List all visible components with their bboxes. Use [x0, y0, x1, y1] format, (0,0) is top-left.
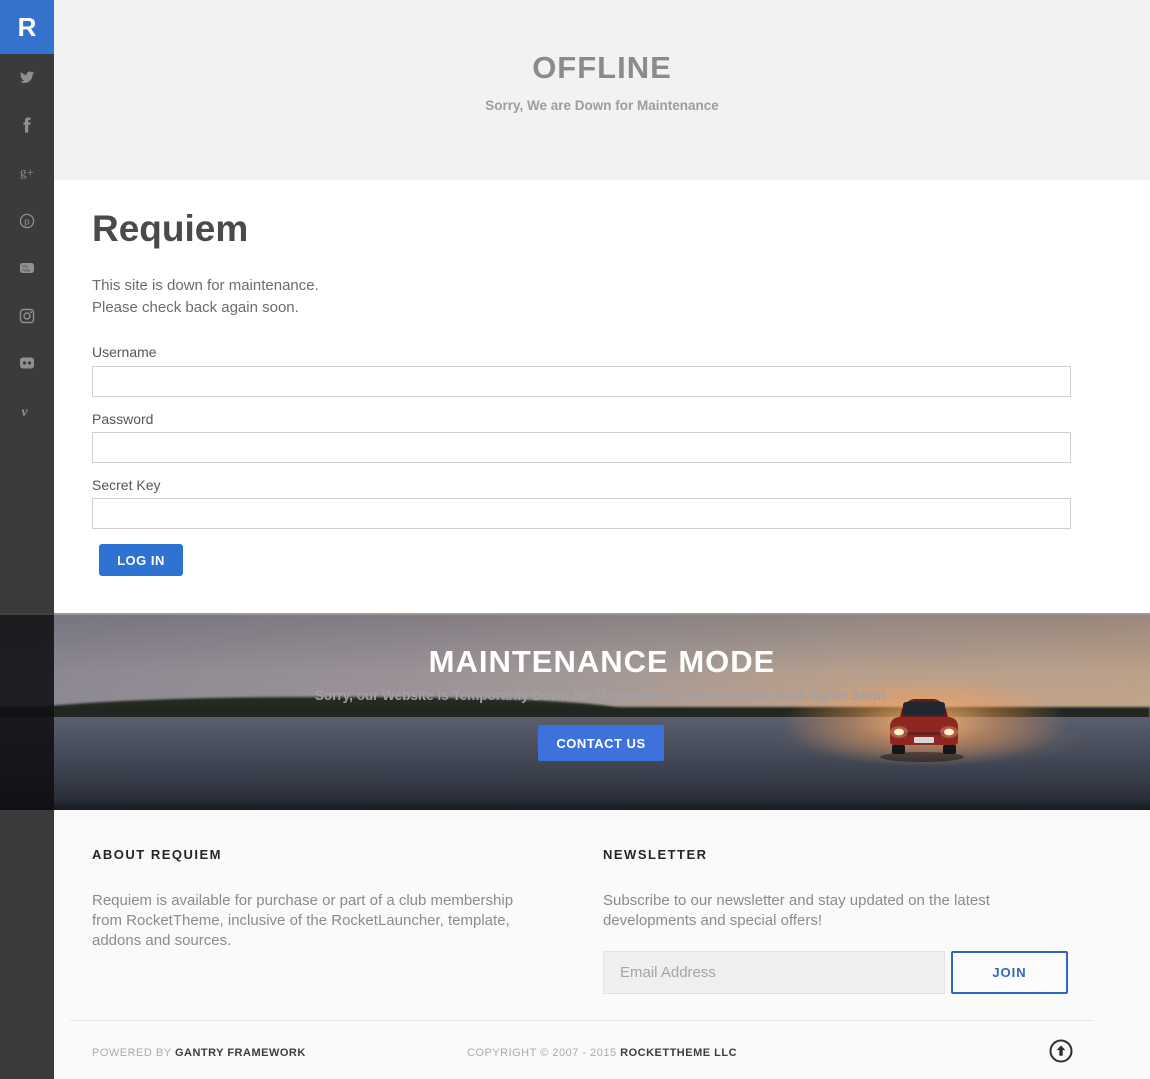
- maintenance-hero: MAINTENANCE MODE Sorry, our Website is T…: [0, 613, 1150, 810]
- contact-us-button[interactable]: CONTACT US: [538, 725, 664, 761]
- username-label: Username: [92, 344, 157, 360]
- maintenance-login-panel: Requiem This site is down for maintenanc…: [54, 180, 1150, 613]
- about-text: Requiem is available for purchase or par…: [92, 891, 537, 951]
- sidebar-item-twitter[interactable]: [0, 69, 54, 85]
- footer-divider: [70, 1020, 1094, 1021]
- youtube-icon: YouTube: [19, 260, 35, 276]
- sidebar-item-instagram[interactable]: [0, 308, 54, 324]
- secret-key-field[interactable]: [92, 498, 1071, 529]
- svg-text:p: p: [24, 217, 29, 228]
- offline-title: OFFLINE: [54, 50, 1150, 86]
- maintenance-message-line1: This site is down for maintenance.: [92, 277, 319, 294]
- email-field[interactable]: [603, 951, 945, 994]
- offline-header: OFFLINE Sorry, We are Down for Maintenan…: [54, 0, 1150, 180]
- svg-text:v: v: [22, 405, 29, 419]
- sidebar-item-vimeo[interactable]: v: [0, 403, 54, 419]
- page-title: Requiem: [92, 208, 248, 250]
- gantry-framework-link[interactable]: GANTRY FRAMEWORK: [175, 1047, 306, 1059]
- password-field[interactable]: [92, 432, 1071, 463]
- sidebar-item-pinterest[interactable]: p: [0, 213, 54, 229]
- vimeo-icon: v: [19, 403, 35, 419]
- pinterest-icon: p: [19, 213, 35, 229]
- twitter-icon: [19, 69, 35, 85]
- powered-by-prefix: POWERED BY: [92, 1047, 175, 1059]
- login-button[interactable]: LOG IN: [99, 544, 183, 576]
- arrow-up-circle-icon: [1048, 1038, 1074, 1064]
- rockettheme-link[interactable]: ROCKETTHEME LLC: [620, 1047, 737, 1059]
- hero-subtitle: Sorry, our Website is Temporarily Down f…: [54, 688, 1150, 703]
- google-plus-icon: g+: [19, 164, 35, 180]
- svg-text:Tube: Tube: [22, 268, 30, 272]
- username-field[interactable]: [92, 366, 1071, 397]
- back-to-top-button[interactable]: [1048, 1038, 1074, 1064]
- maintenance-message-line2: Please check back again soon.: [92, 299, 299, 316]
- hero-sidebar-shade: [0, 615, 54, 810]
- password-label: Password: [92, 411, 153, 427]
- newsletter-text: Subscribe to our newsletter and stay upd…: [603, 891, 1073, 931]
- powered-by: POWERED BY GANTRY FRAMEWORK: [92, 1047, 306, 1059]
- sidebar-item-flickr[interactable]: [0, 355, 54, 371]
- sidebar-item-google-plus[interactable]: g+: [0, 164, 54, 180]
- hero-title: MAINTENANCE MODE: [54, 644, 1150, 680]
- flickr-icon: [19, 355, 35, 371]
- newsletter-heading: NEWSLETTER: [603, 847, 708, 862]
- instagram-icon: [19, 308, 35, 324]
- social-sidebar: R g+ p YouTube v: [0, 0, 54, 1079]
- offline-subtitle: Sorry, We are Down for Maintenance: [54, 98, 1150, 113]
- footer: ABOUT REQUIEM Requiem is available for p…: [54, 810, 1150, 1079]
- site-logo[interactable]: R: [0, 0, 54, 54]
- maintenance-message: This site is down for maintenance. Pleas…: [92, 275, 319, 319]
- join-button[interactable]: JOIN: [951, 951, 1068, 994]
- sidebar-item-youtube[interactable]: YouTube: [0, 260, 54, 276]
- facebook-icon: [19, 117, 35, 133]
- copyright: COPYRIGHT © 2007 - 2015 ROCKETTHEME LLC: [382, 1047, 822, 1059]
- copyright-prefix: COPYRIGHT © 2007 - 2015: [467, 1047, 620, 1059]
- footer-bottom-bar: POWERED BY GANTRY FRAMEWORK COPYRIGHT © …: [54, 1041, 1150, 1071]
- offline-page: R g+ p YouTube v OFFLINE Sorry, We are D…: [0, 0, 1150, 1079]
- sidebar-item-facebook[interactable]: [0, 117, 54, 133]
- svg-text:g+: g+: [20, 165, 34, 180]
- secret-key-label: Secret Key: [92, 477, 160, 493]
- about-heading: ABOUT REQUIEM: [92, 847, 222, 862]
